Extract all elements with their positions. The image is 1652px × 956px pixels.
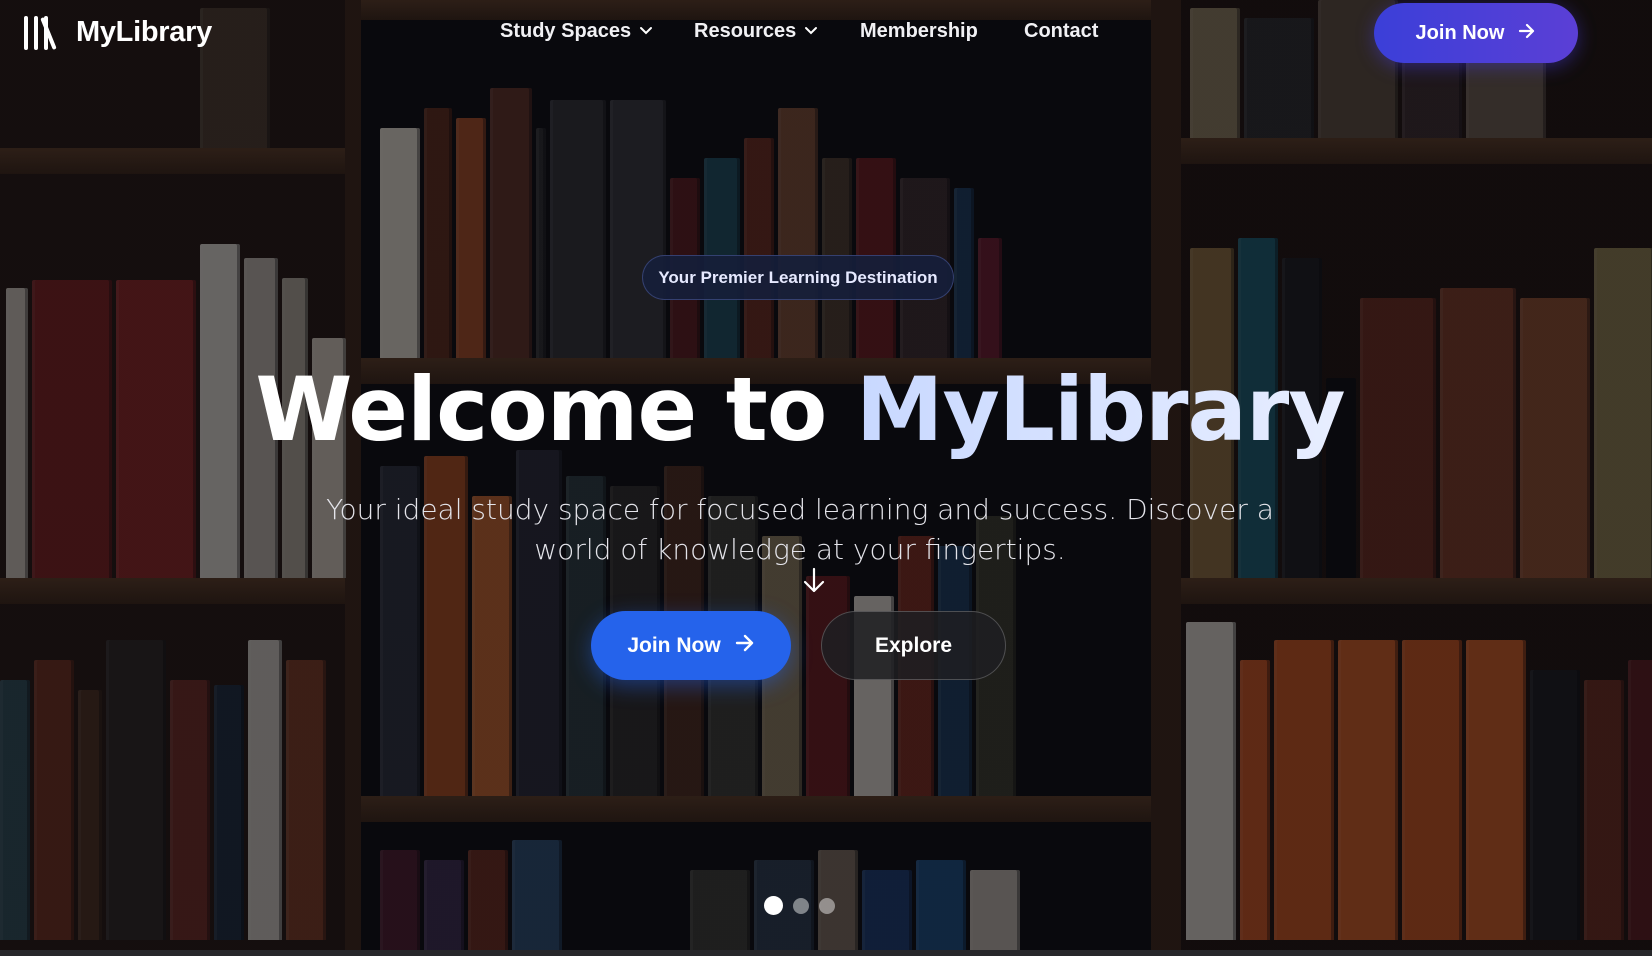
nav-membership[interactable]: Membership: [860, 20, 978, 43]
arrow-down-icon[interactable]: [802, 566, 826, 603]
nav-study-spaces[interactable]: Study Spaces: [500, 20, 653, 43]
chevron-down-icon: [804, 23, 818, 39]
slide-dot-3[interactable]: [819, 897, 835, 914]
hero-title: Welcome to MyLibrary: [255, 358, 1346, 461]
slide-indicators: [764, 896, 835, 915]
hero-background-image: [0, 0, 1652, 950]
hero-title-brand: MyLibrary: [855, 358, 1346, 461]
brand-logo[interactable]: MyLibrary: [24, 14, 212, 50]
hero-join-now-button[interactable]: Join Now: [591, 611, 791, 680]
hero-badge: Your Premier Learning Destination: [642, 255, 954, 300]
library-books-icon: [24, 14, 62, 50]
hero-explore-button[interactable]: Explore: [821, 611, 1006, 680]
nav-join-now-button[interactable]: Join Now: [1374, 3, 1578, 63]
hero-subtitle: Your ideal study space for focused learn…: [326, 493, 1274, 566]
top-navbar: MyLibrary Study Spaces Resources Members…: [0, 0, 1652, 68]
chevron-down-icon: [639, 23, 653, 39]
brand-name: MyLibrary: [76, 15, 212, 48]
page-bottom-edge: [0, 950, 1652, 956]
arrow-right-icon: [1518, 22, 1536, 45]
slide-dot-1[interactable]: [764, 896, 783, 915]
arrow-right-icon: [735, 634, 755, 658]
nav-contact[interactable]: Contact: [1024, 20, 1098, 43]
nav-resources[interactable]: Resources: [694, 20, 818, 43]
slide-dot-2[interactable]: [793, 897, 809, 914]
